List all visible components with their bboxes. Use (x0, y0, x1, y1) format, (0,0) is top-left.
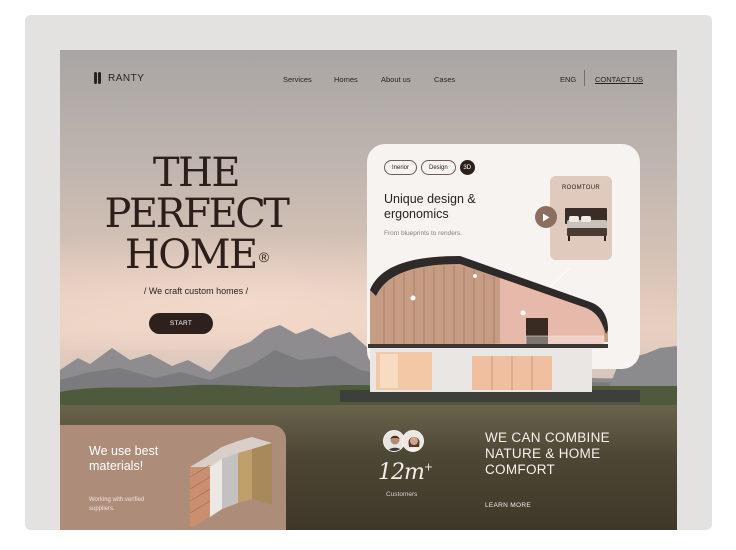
play-button[interactable] (535, 206, 557, 228)
contact-us-link[interactable]: CONTACT US (595, 75, 643, 84)
nav-homes[interactable]: Homes (334, 75, 358, 84)
brand-logo[interactable]: RANTY (94, 72, 144, 84)
language-selector[interactable]: ENG (560, 75, 576, 84)
website-screen: RANTY Services Homes About us Cases ENG … (60, 50, 677, 530)
learn-more-link[interactable]: LEARN MORE (485, 502, 531, 509)
nav-about-us[interactable]: About us (381, 75, 411, 84)
customers-plus: + (423, 460, 433, 474)
nav-divider (584, 70, 585, 86)
customer-avatars (383, 430, 424, 452)
chip-3d[interactable]: 3D (459, 160, 475, 175)
woman-avatar-icon (403, 431, 423, 451)
materials-subtitle: Working with verified suppliers. (89, 497, 145, 512)
registered-mark: ® (258, 249, 270, 265)
materials-title: We use best materials! (89, 444, 159, 473)
chip-interior[interactable]: Inerior (384, 160, 418, 175)
roomtour-label: ROOMTOUR (562, 185, 600, 191)
hero-line-3-text: HOME (124, 232, 258, 278)
chip-design[interactable]: Design (421, 160, 456, 175)
wall-layers-image (189, 437, 272, 527)
customers-count: 12m+ (378, 460, 433, 485)
hero-line-1: THE (152, 150, 241, 196)
hero-title: THE PERFECT HOME ® (96, 153, 296, 276)
hero-tagline: / We craft custom homes / (143, 286, 249, 296)
start-button[interactable]: START (149, 313, 213, 334)
nav-cases[interactable]: Cases (434, 75, 455, 84)
chip-group: Inerior Design 3D (384, 160, 475, 175)
nav-services[interactable]: Services (283, 75, 312, 84)
materials-card[interactable]: We use best materials! Working with veri… (60, 425, 286, 530)
design-card-subtitle: From blueprints to renders. (384, 230, 463, 237)
brand-name: RANTY (108, 72, 145, 84)
logo-icon (94, 72, 102, 84)
customers-number: 12m (378, 460, 425, 485)
promo-text: WE CAN COMBINE NATURE & HOME COMFORT (485, 430, 610, 477)
hero-line-3: HOME ® (96, 235, 296, 276)
hero-line-2: PERFECT (104, 191, 290, 237)
bed-image (565, 208, 607, 241)
design-card-title: Unique design & ergonomics (384, 192, 476, 221)
play-icon (543, 213, 550, 221)
avatar (402, 430, 424, 452)
house-illustration (340, 256, 640, 402)
customers-label: Customers (386, 491, 418, 498)
